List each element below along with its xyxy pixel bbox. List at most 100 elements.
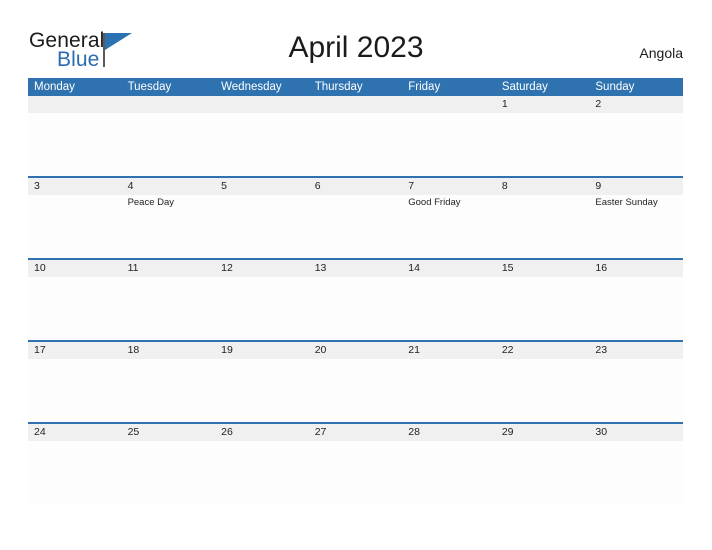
day-number[interactable]: 9 (589, 178, 683, 195)
day-cell[interactable] (215, 195, 309, 258)
day-cell[interactable] (496, 113, 590, 176)
day-cell[interactable] (496, 277, 590, 340)
day-cell[interactable] (402, 113, 496, 176)
day-cell[interactable] (215, 277, 309, 340)
day-cell[interactable] (215, 113, 309, 176)
week-events-band (28, 441, 683, 504)
week-events-band (28, 113, 683, 176)
day-cell[interactable] (122, 441, 216, 504)
holiday-label: Peace Day (127, 197, 175, 208)
weekday-header-thursday: Thursday (314, 81, 363, 93)
day-cell[interactable] (28, 441, 122, 504)
day-cell[interactable] (402, 441, 496, 504)
holiday-label: Easter Sunday (595, 197, 658, 208)
day-cell[interactable] (309, 113, 403, 176)
calendar-grid: Monday Tuesday Wednesday Thursday Friday… (28, 78, 683, 504)
day-number[interactable]: 11 (122, 260, 216, 277)
day-number[interactable]: 24 (28, 424, 122, 441)
day-number[interactable]: 26 (215, 424, 309, 441)
day-cell[interactable] (122, 113, 216, 176)
day-number[interactable]: 6 (309, 178, 403, 195)
calendar-week-row: 10 11 12 13 14 15 16 (28, 258, 683, 340)
day-cell[interactable]: Easter Sunday (589, 195, 683, 258)
day-number[interactable]: 20 (309, 342, 403, 359)
day-number (122, 96, 216, 113)
day-cell[interactable] (589, 359, 683, 422)
day-cell[interactable] (28, 195, 122, 258)
day-number (309, 96, 403, 113)
day-cell[interactable] (402, 359, 496, 422)
week-date-band: 12 (28, 96, 683, 113)
day-cell[interactable] (589, 277, 683, 340)
day-number[interactable]: 12 (215, 260, 309, 277)
weekday-header-saturday: Saturday (501, 81, 548, 93)
week-date-band: 24 25 26 27 28 29 30 (28, 424, 683, 441)
week-date-band: 17 18 19 20 21 22 23 (28, 342, 683, 359)
day-cell[interactable] (122, 359, 216, 422)
day-number[interactable]: 14 (402, 260, 496, 277)
calendar-week-row: 12 (28, 96, 683, 176)
day-number[interactable]: 29 (496, 424, 590, 441)
day-cell[interactable] (122, 277, 216, 340)
day-cell[interactable] (309, 441, 403, 504)
day-number[interactable]: 15 (496, 260, 590, 277)
calendar-week-row: 24 25 26 27 28 29 30 (28, 422, 683, 504)
day-cell[interactable] (589, 113, 683, 176)
day-number[interactable]: 22 (496, 342, 590, 359)
week-date-band: 3456789 (28, 178, 683, 195)
day-cell[interactable] (309, 277, 403, 340)
day-number (402, 96, 496, 113)
day-number[interactable]: 18 (122, 342, 216, 359)
weekday-header-friday: Friday (408, 81, 441, 93)
day-cell[interactable] (28, 277, 122, 340)
weekday-header-monday: Monday (34, 81, 75, 93)
day-cell[interactable] (496, 441, 590, 504)
day-cell[interactable] (402, 277, 496, 340)
day-cell[interactable] (496, 359, 590, 422)
calendar-week-row: 3 4 5 6 7 8 9 Peace Day Good Friday Easter Sunday (28, 176, 683, 258)
weekday-header-wednesday: Wednesday (221, 81, 282, 93)
day-cell[interactable] (215, 441, 309, 504)
day-number[interactable]: 16 (589, 260, 683, 277)
day-number[interactable]: 13 (309, 260, 403, 277)
day-number[interactable]: 5 (215, 178, 309, 195)
weekday-header-row: Monday Tuesday Wednesday Thursday Friday… (28, 78, 683, 96)
week-events-band: Peace Day Good Friday Easter Sunday (28, 195, 683, 258)
day-number[interactable]: 21 (402, 342, 496, 359)
page-title: April 2023 (288, 31, 424, 64)
day-number[interactable]: 7 (402, 178, 496, 195)
weekday-header-sunday: Sunday (595, 81, 635, 93)
day-number[interactable]: 1 (496, 96, 590, 113)
day-cell[interactable] (496, 195, 590, 258)
day-number[interactable]: 27 (309, 424, 403, 441)
day-number[interactable]: 30 (589, 424, 683, 441)
day-number[interactable]: 19 (215, 342, 309, 359)
day-cell[interactable] (309, 195, 403, 258)
day-number (28, 96, 122, 113)
day-number[interactable]: 25 (122, 424, 216, 441)
weekday-header-tuesday: Tuesday (127, 81, 172, 93)
week-events-band (28, 277, 683, 340)
day-number[interactable]: 2 (589, 96, 683, 113)
day-cell[interactable] (28, 113, 122, 176)
day-number[interactable]: 28 (402, 424, 496, 441)
calendar-week-row: 17 18 19 20 21 22 23 (28, 340, 683, 422)
day-cell[interactable] (28, 359, 122, 422)
day-number[interactable]: 3 (28, 178, 122, 195)
day-cell[interactable] (215, 359, 309, 422)
calendar-weeks: 1 2 3 4 5 6 7 8 9 Peace Day Good Friday Easter Sund… (28, 96, 683, 504)
week-date-band: 10 11 12 13 14 15 16 (28, 260, 683, 277)
day-cell[interactable] (309, 359, 403, 422)
week-events-band (28, 359, 683, 422)
day-cell[interactable] (589, 441, 683, 504)
day-number[interactable]: 8 (496, 178, 590, 195)
country-label: Angola (639, 45, 683, 61)
day-number[interactable]: 23 (589, 342, 683, 359)
day-number[interactable]: 17 (28, 342, 122, 359)
page-header: General Blue April 2023 Angola (0, 0, 712, 78)
day-cell[interactable]: Peace Day (122, 195, 216, 258)
day-number[interactable]: 10 (28, 260, 122, 277)
holiday-label: Good Friday (408, 197, 461, 208)
day-cell[interactable]: Good Friday (402, 195, 496, 258)
day-number[interactable]: 4 (122, 178, 216, 195)
